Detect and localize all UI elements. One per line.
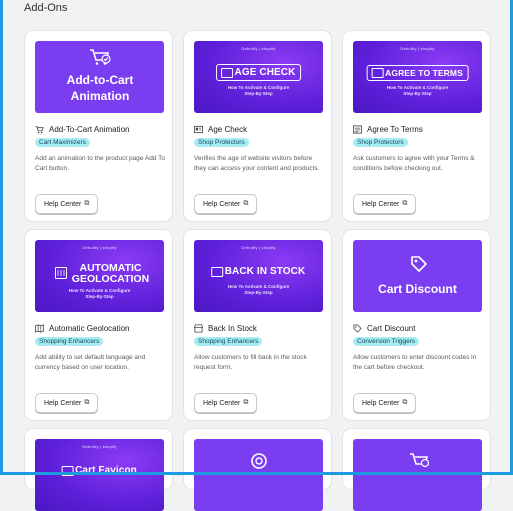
window-border-left — [0, 0, 3, 475]
external-link-icon: ⧉ — [402, 399, 408, 406]
card-title-text: Automatic Geolocation — [49, 324, 130, 333]
help-center-button[interactable]: Help Center ⧉ — [194, 393, 258, 413]
card-title: Age Check — [194, 125, 247, 134]
addon-banner: Debutify | shopify AUTOMATIC GEOLOCATION… — [35, 240, 164, 312]
tag-icon — [411, 256, 427, 272]
help-center-button[interactable]: Help Center ⧉ — [194, 194, 258, 214]
addon-card-cart-favicon[interactable]: Debutify | shopify Cart Favicon — [25, 429, 172, 511]
addon-banner — [353, 439, 482, 511]
addon-banner: Debutify | shopify BACK IN STOCK How To … — [194, 240, 323, 312]
addon-card-partial[interactable] — [343, 429, 490, 511]
terms-checklist-icon — [353, 125, 362, 134]
external-link-icon: ⧉ — [243, 399, 249, 406]
external-link-icon: ⧉ — [243, 200, 249, 207]
addon-banner: Add-to-Cart Animation — [35, 41, 164, 113]
page-title: Add-Ons — [24, 2, 68, 14]
banner-brand: Debutify | shopify — [241, 245, 276, 250]
card-description: Ask customers to agree with your Terms &… — [353, 155, 475, 172]
card-title: Automatic Geolocation — [35, 324, 130, 333]
card-title: Agree To Terms — [353, 125, 423, 134]
card-title-text: Age Check — [208, 125, 248, 134]
cart-check-icon — [90, 49, 111, 65]
external-link-icon: ⧉ — [402, 200, 408, 207]
help-center-button[interactable]: Help Center ⧉ — [353, 393, 417, 413]
card-title-text: Agree To Terms — [367, 125, 423, 134]
addon-banner: Cart Discount — [353, 240, 482, 312]
category-badge: Shopping Enhancers — [194, 337, 263, 346]
addon-card-partial[interactable] — [184, 429, 331, 511]
store-icon — [210, 266, 223, 277]
banner-title: Cart Discount — [378, 282, 457, 296]
card-description: Add an animation to the product page Add… — [35, 155, 165, 172]
category-badge: Shop Protectors — [353, 138, 408, 147]
id-card-icon — [220, 67, 233, 78]
help-center-button[interactable]: Help Center ⧉ — [35, 194, 99, 214]
banner-title-text: AGE CHECK — [234, 67, 296, 78]
banner-brand: Debutify | shopify — [241, 46, 276, 51]
map-icon — [35, 324, 44, 333]
banner-subtitle: How To Activate & Configure Step-By-Step — [68, 288, 131, 299]
help-center-label: Help Center — [44, 399, 82, 407]
banner-title-text: BACK IN STOCK — [224, 266, 306, 277]
help-center-button[interactable]: Help Center ⧉ — [35, 393, 99, 413]
banner-title: Add-to-Cart Animation — [66, 73, 134, 103]
card-title: Cart Discount — [353, 324, 415, 333]
category-badge: Conversion Triggers — [353, 337, 420, 346]
help-center-label: Help Center — [203, 200, 241, 208]
banner-title: AGE CHECK — [215, 64, 302, 81]
card-description: Allow customers to enter discount codes … — [353, 354, 477, 371]
addon-card-automatic-geolocation[interactable]: Debutify | shopify AUTOMATIC GEOLOCATION… — [25, 230, 172, 420]
category-badge: Shop Protectors — [194, 138, 249, 147]
banner-subtitle: How To Activate & Configure Step-By-Step — [386, 85, 449, 96]
addon-banner: Debutify | shopify AGREE TO TERMS How To… — [353, 41, 482, 113]
external-link-icon: ⧉ — [84, 399, 90, 406]
addon-banner — [194, 439, 323, 511]
category-badge: Shopping Enhancers — [35, 337, 104, 346]
addon-card-add-to-cart-animation[interactable]: Add-to-Cart Animation Add-To-Cart Animat… — [25, 31, 172, 221]
banner-brand: Debutify | shopify — [82, 444, 117, 449]
external-link-icon: ⧉ — [84, 200, 90, 207]
banner-brand: Debutify | shopify — [400, 46, 435, 51]
banner-brand: Debutify | shopify — [82, 245, 117, 250]
card-title: Add-To-Cart Animation — [35, 125, 129, 134]
addon-banner: Debutify | shopify Cart Favicon — [35, 439, 164, 511]
help-center-label: Help Center — [362, 399, 400, 407]
banner-subtitle: How To Activate & Configure Step-By-Step — [227, 284, 290, 295]
terms-checklist-icon — [371, 68, 384, 78]
help-center-label: Help Center — [203, 399, 241, 407]
help-center-button[interactable]: Help Center ⧉ — [353, 194, 417, 214]
category-badge: Cart Maximizers — [35, 138, 90, 147]
card-title: Back In Stock — [194, 324, 257, 333]
tag-icon — [353, 324, 362, 333]
card-title-text: Cart Discount — [367, 324, 416, 333]
addon-card-cart-discount[interactable]: Cart Discount Cart Discount Conversion T… — [343, 230, 490, 420]
addon-card-back-in-stock[interactable]: Debutify | shopify BACK IN STOCK How To … — [184, 230, 331, 420]
card-description: Allow customers to fill back in the stoc… — [194, 354, 307, 371]
banner-title-text: AGREE TO TERMS — [385, 68, 463, 78]
card-title-text: Back In Stock — [208, 324, 257, 333]
banner-title: AGREE TO TERMS — [366, 65, 469, 81]
addon-banner: Debutify | shopify AGE CHECK How To Acti… — [194, 41, 323, 113]
help-center-label: Help Center — [362, 200, 400, 208]
store-icon — [194, 324, 203, 333]
addon-card-age-check[interactable]: Debutify | shopify AGE CHECK How To Acti… — [184, 31, 331, 221]
banner-title: BACK IN STOCK — [207, 264, 311, 279]
addon-card-agree-to-terms[interactable]: Debutify | shopify AGREE TO TERMS How To… — [343, 31, 490, 221]
id-card-icon — [194, 125, 203, 134]
banner-title: Cart Favicon — [57, 463, 142, 478]
card-description: Verifies the age of website visitors bef… — [194, 155, 320, 172]
card-description: Add ability to set default language and … — [35, 354, 146, 371]
cart-icon — [35, 125, 44, 134]
banner-subtitle: How To Activate & Configure Step-By-Step — [227, 85, 290, 96]
card-title-text: Add-To-Cart Animation — [49, 125, 130, 134]
target-icon — [251, 453, 267, 469]
cart-alert-icon — [410, 453, 429, 468]
banner-title-line2: GEOLOCATION — [71, 273, 150, 285]
help-center-label: Help Center — [44, 200, 82, 208]
